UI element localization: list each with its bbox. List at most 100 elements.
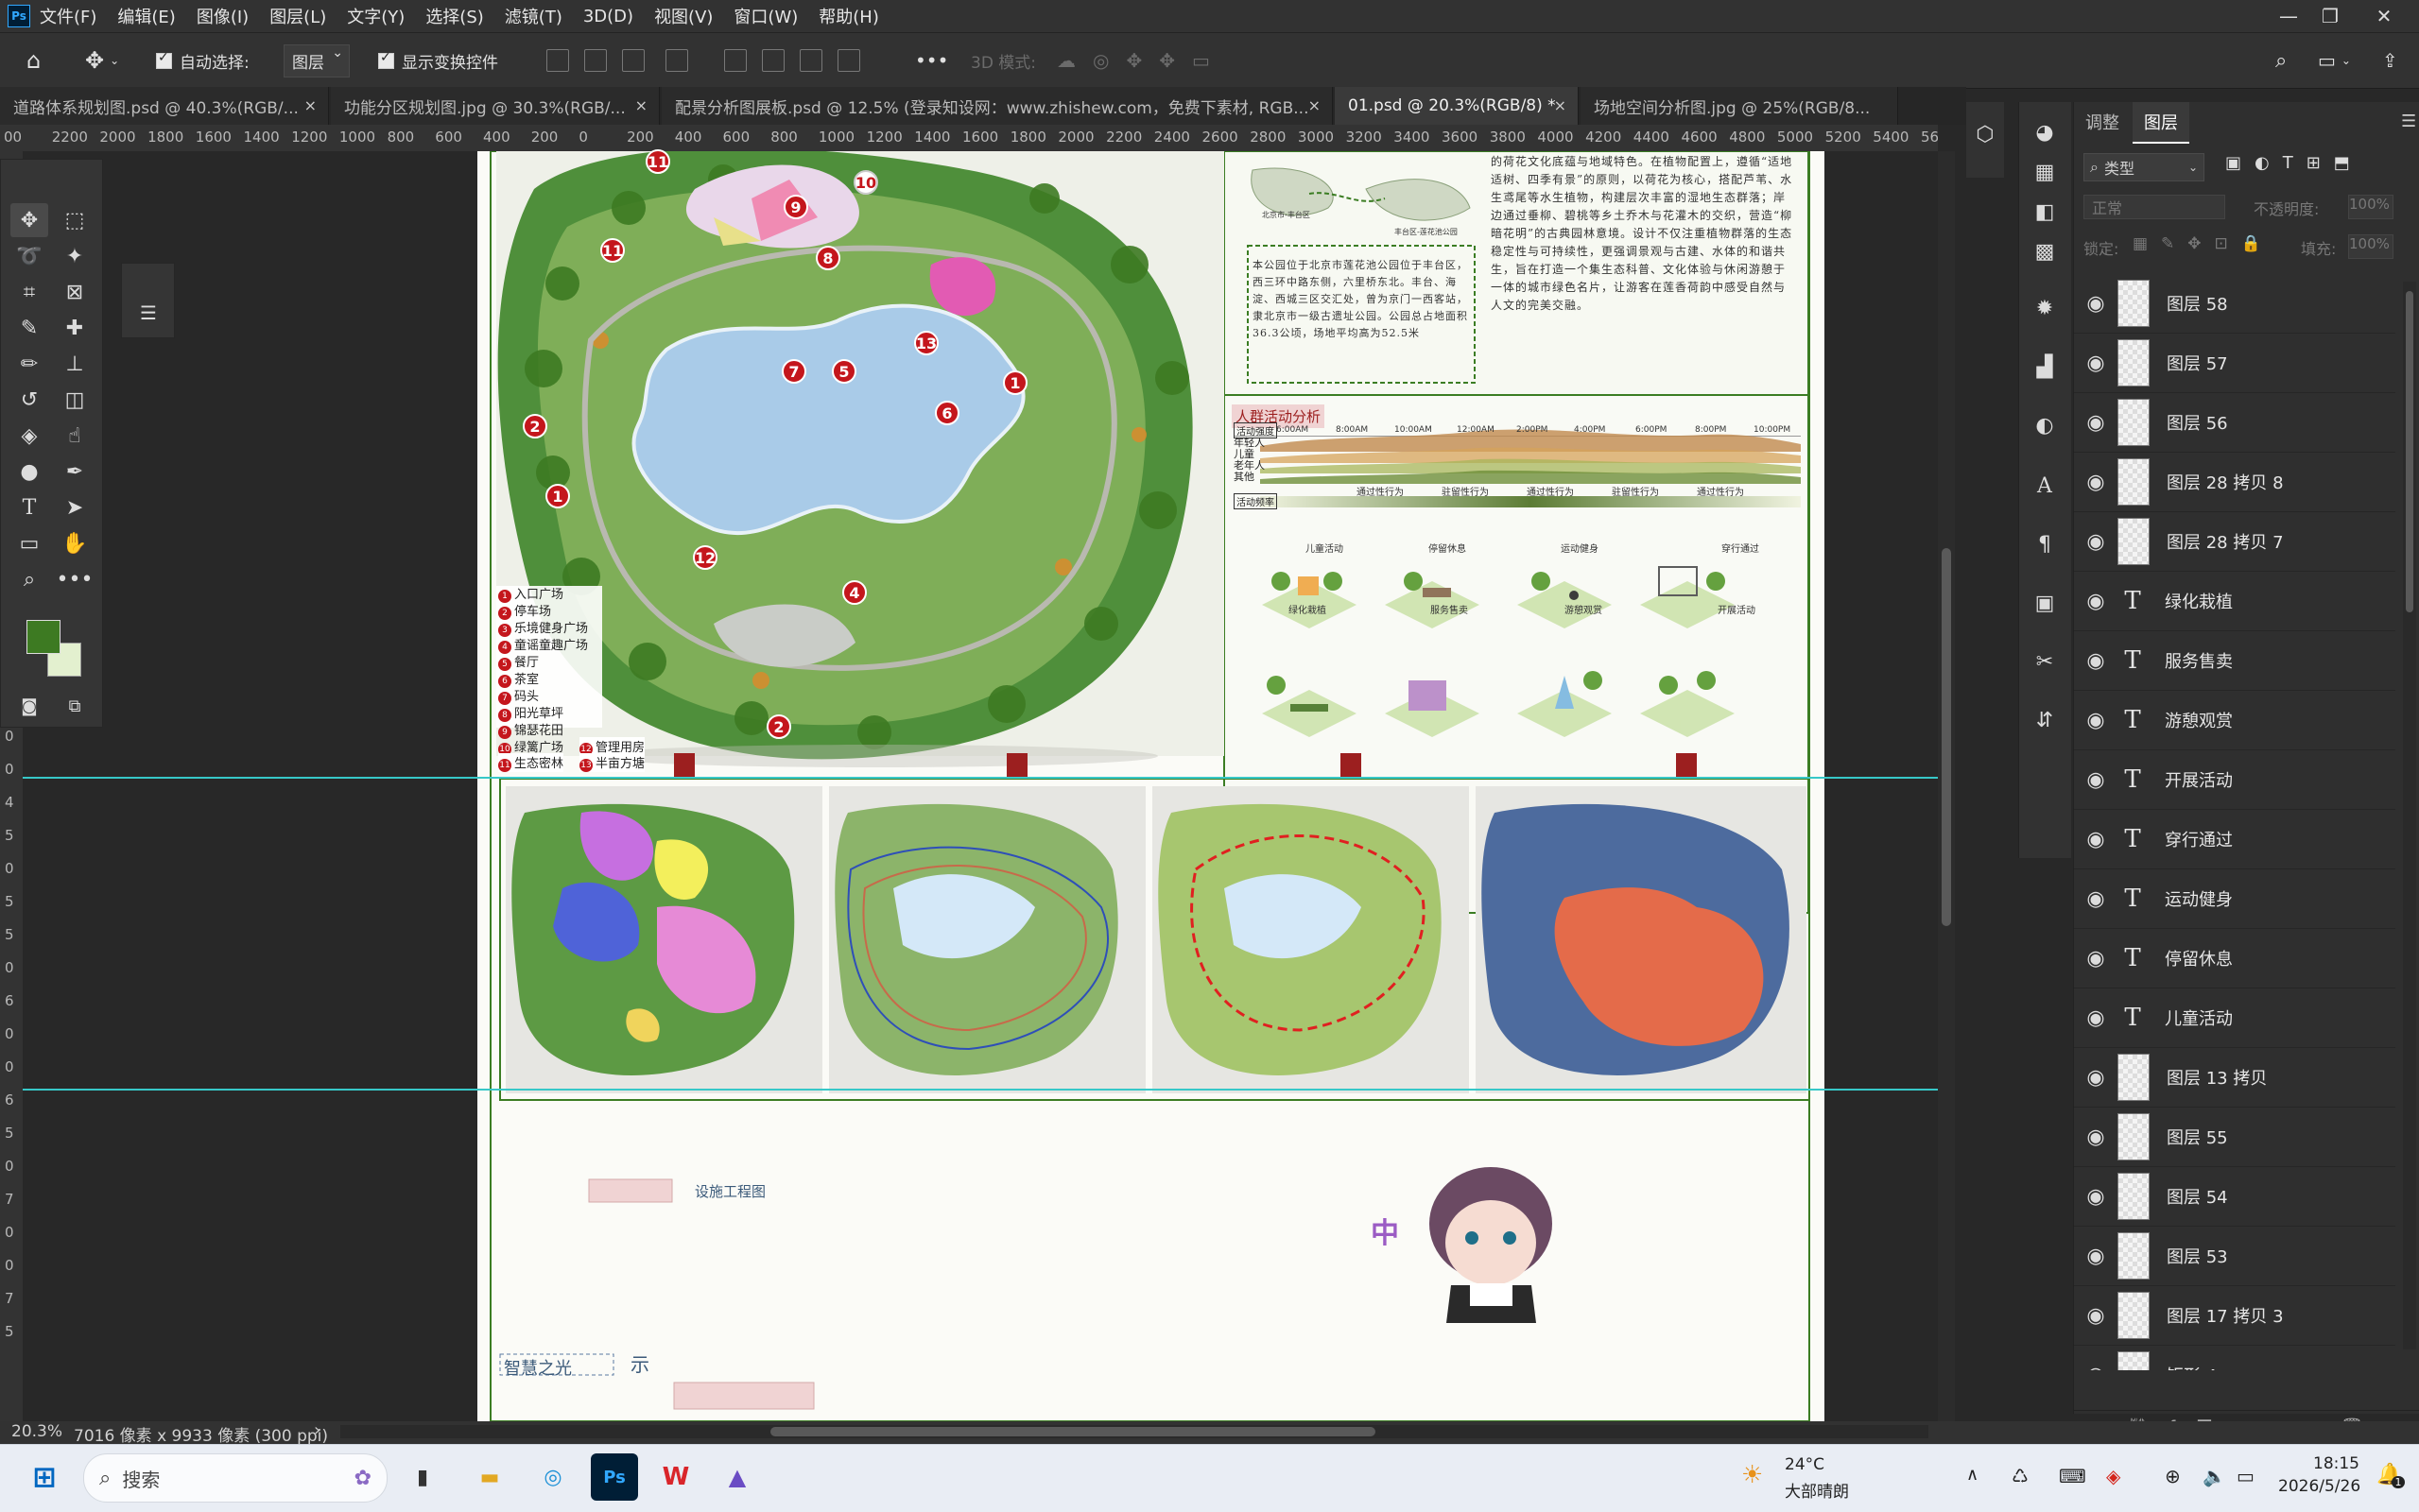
dodge-tool-icon[interactable]: ● — [10, 455, 48, 489]
move-tool-icon[interactable]: ✥ ⌄ — [85, 33, 119, 88]
file-explorer-icon[interactable]: ▬ — [466, 1453, 513, 1501]
layer-row[interactable]: ◉ T 开展活动 — [2074, 750, 2395, 810]
menu-type[interactable]: 文字(Y) — [347, 4, 405, 28]
tab-road-system[interactable]: 道路体系规划图.psd @ 40.3%(RGB/... × — [0, 87, 329, 125]
layer-row[interactable]: ◉ 图层 57 — [2074, 334, 2395, 393]
layer-row[interactable]: ◉ T 儿童活动 — [2074, 988, 2395, 1048]
document-canvas[interactable]: 本公园位于北京市莲花池公园位于丰台区，西三环中路东侧，六里桥东北。丰台、海淀、西… — [477, 149, 1824, 1421]
layer-row[interactable]: ◉ T 停留休息 — [2074, 929, 2395, 988]
status-arrow-icon[interactable]: › — [314, 1420, 320, 1440]
palette-icon[interactable]: ◕ — [2026, 115, 2064, 149]
eyedropper-icon[interactable]: ✎ — [10, 311, 48, 345]
lock-icons[interactable]: ▦✎✥⊡🔒 — [2133, 234, 2274, 253]
layer-row[interactable]: ◉ 图层 55 — [2074, 1108, 2395, 1167]
scroll-thumb[interactable] — [1942, 548, 1951, 926]
align-left-icon[interactable] — [546, 49, 569, 72]
visibility-eye-icon[interactable]: ◉ — [2074, 1125, 2117, 1149]
restore-icon[interactable]: ❐ — [2307, 0, 2354, 32]
history-brush-icon[interactable]: ↺ — [10, 383, 48, 417]
more-tools-icon[interactable]: ••• — [56, 562, 94, 596]
layer-row[interactable]: ◉ T 游憩观赏 — [2074, 691, 2395, 750]
visibility-eye-icon[interactable]: ◉ — [2074, 471, 2117, 494]
clock-date[interactable]: 2026/5/26 — [2278, 1477, 2360, 1496]
menu-select[interactable]: 选择(S) — [425, 4, 483, 28]
menu-view[interactable]: 视图(V) — [654, 4, 713, 28]
histogram-icon[interactable]: ▟ — [2026, 350, 2064, 384]
gradient-icon[interactable]: ◧ — [2026, 195, 2064, 229]
visibility-eye-icon[interactable]: ◉ — [2074, 1185, 2117, 1209]
visibility-eye-icon[interactable]: ◉ — [2074, 947, 2117, 971]
weather-icon[interactable]: ☀ — [1741, 1461, 1763, 1489]
scissors-icon[interactable]: ✂ — [2026, 644, 2064, 679]
tab-adjustments[interactable]: 调整 — [2074, 102, 2131, 142]
visibility-eye-icon[interactable]: ◉ — [2074, 1364, 2117, 1371]
menu-window[interactable]: 窗口(W) — [734, 4, 798, 28]
character-icon[interactable]: A — [2026, 469, 2064, 503]
show-transform-checkbox[interactable] — [378, 50, 394, 69]
close-icon[interactable]: ✕ — [2360, 0, 2408, 32]
fill-input[interactable]: 100% — [2348, 234, 2393, 259]
layers-scrollbar[interactable] — [2403, 282, 2416, 1349]
visibility-eye-icon[interactable]: ◉ — [2074, 530, 2117, 554]
grid-icon[interactable]: ▦ — [2026, 155, 2064, 189]
cube-icon[interactable]: ⬡ — [1966, 117, 2004, 151]
menu-filter[interactable]: 滤镜(T) — [505, 4, 562, 28]
photoshop-taskbar-icon[interactable]: Ps — [591, 1453, 638, 1501]
layer-comps-icon[interactable]: ⇵ — [2026, 703, 2064, 737]
type-tool-icon[interactable]: T — [10, 490, 48, 524]
visibility-eye-icon[interactable]: ◉ — [2074, 887, 2117, 911]
close-tab-icon[interactable]: × — [1554, 96, 1566, 114]
volume-icon[interactable]: 🔈 — [2203, 1465, 2226, 1487]
magic-wand-icon[interactable]: ✦ — [56, 239, 94, 273]
menu-file[interactable]: 文件(F) — [40, 4, 96, 28]
visibility-eye-icon[interactable]: ◉ — [2074, 411, 2117, 435]
layer-row[interactable]: ◉ 图层 53 — [2074, 1227, 2395, 1286]
align-middle-icon[interactable] — [762, 49, 785, 72]
visibility-eye-icon[interactable]: ◉ — [2074, 649, 2117, 673]
layer-row[interactable]: ◉矩形 4 — [2074, 1346, 2395, 1370]
layer-row[interactable]: ◉ 图层 58 — [2074, 274, 2395, 334]
tab-landscape-analysis[interactable]: 配景分析图展板.psd @ 12.5% (登录知设网：www.zhishew.c… — [662, 87, 1333, 125]
menu-help[interactable]: 帮助(H) — [819, 4, 879, 28]
panel-menu-icon[interactable]: ☰ — [2401, 112, 2416, 131]
close-tab-icon[interactable]: × — [635, 96, 648, 114]
paint-bucket-icon[interactable]: ◈ — [10, 419, 48, 453]
adjustments-icon[interactable]: ☰ — [130, 296, 167, 330]
shape-tool-icon[interactable]: ▭ — [10, 526, 48, 560]
foreground-color-swatch[interactable] — [26, 620, 60, 654]
quick-mask-icon[interactable]: ◙ — [10, 689, 48, 723]
distribute-vertical-icon[interactable] — [838, 49, 860, 72]
menu-layer[interactable]: 图层(L) — [269, 4, 326, 28]
eraser-tool-icon[interactable]: ◫ — [56, 383, 94, 417]
layer-row[interactable]: ◉ 图层 54 — [2074, 1167, 2395, 1227]
move-tool-icon[interactable]: ✥ — [10, 203, 48, 237]
libraries-icon[interactable]: ▣ — [2026, 586, 2064, 620]
tab-site-space[interactable]: 场地空间分析图.jpg @ 25%(RGB/8... — [1581, 87, 1898, 125]
visibility-eye-icon[interactable]: ◉ — [2074, 352, 2117, 375]
healing-brush-icon[interactable]: ✚ — [56, 311, 94, 345]
stamp-tool-icon[interactable]: ⊥ — [56, 347, 94, 381]
taskbar-search[interactable]: ⌕ 搜索 ✿ — [83, 1453, 388, 1503]
visibility-eye-icon[interactable]: ◉ — [2074, 590, 2117, 613]
zoom-level[interactable]: 20.3% — [11, 1422, 62, 1441]
auto-select-checkbox[interactable] — [156, 50, 172, 69]
vertical-scrollbar[interactable] — [1938, 151, 1955, 1421]
layer-filter-dropdown[interactable]: ⌕ 类型 ⌄ — [2083, 153, 2204, 181]
crop-tool-icon[interactable]: ⌗ — [10, 275, 48, 309]
visibility-eye-icon[interactable]: ◉ — [2074, 768, 2117, 792]
layer-row[interactable]: ◉ T 运动健身 — [2074, 869, 2395, 929]
align-center-icon[interactable] — [584, 49, 607, 72]
layer-row[interactable]: ◉ T 穿行通过 — [2074, 810, 2395, 869]
tab-function-zone[interactable]: 功能分区规划图.jpg @ 30.3%(RGB/... × — [331, 87, 660, 125]
opacity-input[interactable]: 100% — [2348, 195, 2393, 219]
clock-time[interactable]: 18:15 — [2312, 1454, 2359, 1473]
paragraph-icon[interactable]: ¶ — [2026, 527, 2064, 561]
menu-image[interactable]: 图像(I) — [197, 4, 249, 28]
hand-tool-icon[interactable]: ✋ — [56, 526, 94, 560]
screen-mode-icon[interactable]: ⧉ — [56, 689, 94, 723]
visibility-eye-icon[interactable]: ◉ — [2074, 1245, 2117, 1268]
path-select-icon[interactable]: ➤ — [56, 490, 94, 524]
visibility-eye-icon[interactable]: ◉ — [2074, 1066, 2117, 1090]
search-icon[interactable]: ⌕ — [2275, 33, 2287, 88]
ai-app-icon[interactable]: ▲ — [714, 1453, 761, 1501]
